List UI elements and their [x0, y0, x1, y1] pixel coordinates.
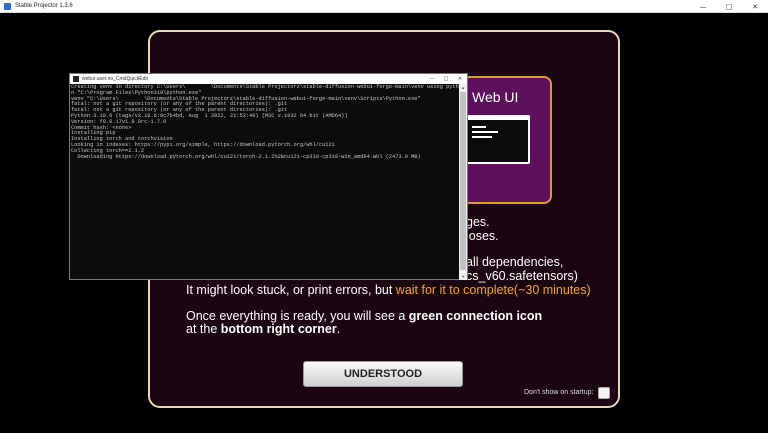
wait-highlight: wait for it to complete(~30 minutes)	[395, 283, 591, 297]
green-icon-text: green connection icon	[408, 309, 543, 323]
console-output: Creating venv in directory C:\Users\ \Do…	[70, 84, 461, 280]
info-line-3: all dependencies,	[466, 255, 564, 269]
dont-show-label: Don't show on startup:	[524, 389, 594, 396]
at-text: at the	[186, 322, 221, 336]
console-close-button[interactable]: ✕	[453, 74, 467, 84]
app-icon	[4, 2, 11, 10]
corner-text: bottom right corner	[220, 322, 337, 336]
console-icon	[73, 76, 79, 82]
console-window[interactable]: webui-user.no_CmdQuickEdit — □ ✕ Creatin…	[69, 73, 468, 280]
ready-text: Once everything is ready, you will see a	[186, 309, 409, 323]
console-titlebar[interactable]: webui-user.no_CmdQuickEdit — □ ✕	[70, 74, 467, 84]
window-title: Stable Projector 1.3.6	[15, 3, 73, 9]
console-title: webui-user.no_CmdQuickEdit	[82, 76, 148, 82]
terminal-line	[472, 126, 486, 128]
scroll-thumb[interactable]	[460, 92, 466, 270]
info-line-4: cs_v60.safetensors)	[466, 269, 578, 283]
terminal-line	[472, 131, 498, 133]
console-scrollbar[interactable]: ▲ ▼	[459, 84, 467, 280]
info-line-1: ges.	[466, 215, 490, 229]
info-line-5: It might look stuck, or print errors, bu…	[186, 283, 591, 297]
console-line: Downloading https://download.pytorch.org…	[71, 153, 421, 160]
console-minimize-button[interactable]: —	[425, 74, 439, 84]
console-maximize-button[interactable]: □	[439, 74, 453, 84]
console-controls: — □ ✕	[425, 74, 467, 84]
terminal-icon	[465, 115, 530, 164]
maximize-button[interactable]: □	[716, 0, 742, 13]
dont-show-checkbox[interactable]	[598, 387, 610, 399]
scroll-down-icon[interactable]: ▼	[459, 273, 467, 280]
period-text: .	[336, 322, 341, 336]
info-line-2: loses.	[466, 229, 499, 243]
scroll-up-icon[interactable]: ▲	[459, 84, 467, 91]
wait-text: It might look stuck, or print errors, bu…	[186, 283, 396, 297]
main-titlebar: Stable Projector 1.3.6 — □ ✕	[0, 0, 768, 13]
close-button[interactable]: ✕	[742, 0, 768, 13]
info-line-7: at the bottom right corner.	[186, 322, 340, 336]
info-line-6: Once everything is ready, you will see a…	[186, 309, 542, 323]
minimize-button[interactable]: —	[690, 0, 716, 13]
window-controls: — □ ✕	[690, 0, 768, 13]
understood-button[interactable]: UNDERSTOOD	[303, 361, 463, 387]
terminal-line	[472, 136, 492, 138]
webui-card-title: Web UI	[472, 89, 519, 105]
